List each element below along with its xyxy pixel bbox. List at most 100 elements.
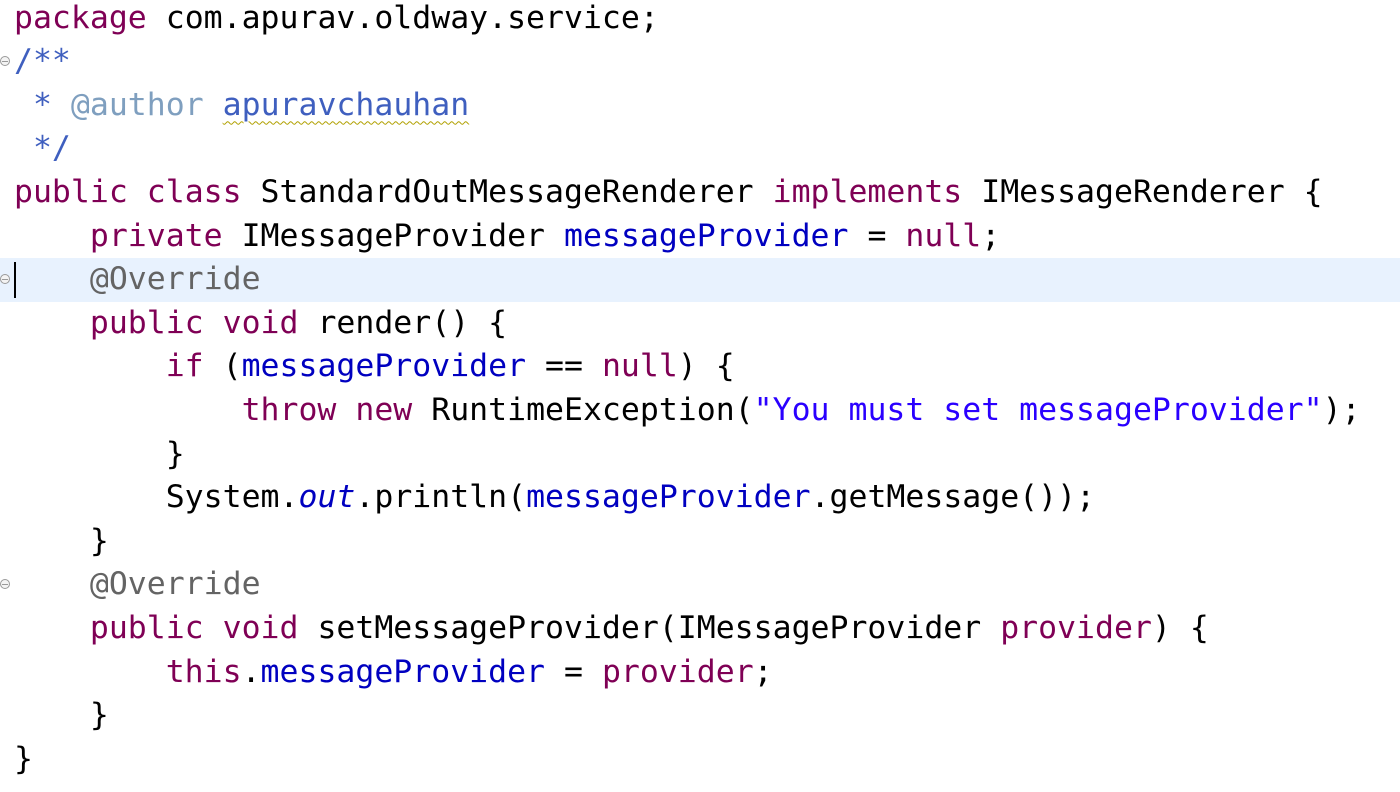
- keyword: null: [601, 348, 678, 385]
- code-line[interactable]: package com.apurav.oldway.service;: [0, 0, 1400, 40]
- line-text: }: [14, 433, 185, 477]
- line-text: if (messageProvider == null) {: [14, 345, 735, 389]
- code-line[interactable]: public void render() {: [0, 302, 1400, 346]
- collapse-icon[interactable]: [0, 274, 10, 285]
- code-text: IMessageProvider: [222, 217, 564, 254]
- code-text: IMessageRenderer {: [962, 173, 1323, 210]
- code-line[interactable]: }: [0, 738, 1400, 782]
- code-text: .: [241, 653, 261, 690]
- code-text: ==: [526, 348, 602, 385]
- keyword: new: [355, 391, 413, 428]
- code-text: =: [848, 217, 906, 254]
- keyword: implements: [772, 173, 963, 210]
- keyword: public: [14, 173, 128, 210]
- keyword: this: [165, 653, 242, 690]
- javadoc-tag: @author: [70, 86, 204, 123]
- javadoc: */: [14, 130, 71, 167]
- string-literal: "You must set messageProvider": [753, 391, 1323, 428]
- field: messageProvider: [526, 479, 811, 516]
- line-text: /**: [14, 40, 71, 84]
- keyword: void: [222, 609, 299, 646]
- code-text: );: [1322, 391, 1361, 428]
- line-text: @Override: [14, 258, 261, 302]
- keyword: private: [89, 217, 223, 254]
- line-text: public void setMessageProvider(IMessageP…: [14, 607, 1209, 651]
- code-text: com.apurav.oldway.service;: [146, 0, 659, 36]
- line-text: }: [14, 738, 33, 782]
- code-text: }: [14, 740, 33, 777]
- line-text: * @author apuravchauhan: [14, 84, 469, 128]
- line-text: public class StandardOutMessageRenderer …: [14, 171, 1323, 215]
- keyword: throw: [241, 391, 337, 428]
- javadoc: /**: [14, 43, 71, 80]
- collapse-icon[interactable]: [0, 56, 10, 67]
- annotation: @Override: [89, 261, 261, 298]
- current-line[interactable]: @Override: [0, 258, 1400, 302]
- keyword: void: [222, 304, 299, 341]
- code-text: RuntimeException(: [412, 391, 754, 428]
- line-text: System.out.println(messageProvider.getMe…: [14, 476, 1095, 520]
- code-line[interactable]: throw new RuntimeException("You must set…: [0, 389, 1400, 433]
- code-text: setMessageProvider(IMessageProvider: [298, 609, 1001, 646]
- line-text: private IMessageProvider messageProvider…: [14, 215, 1000, 259]
- keyword: if: [165, 348, 204, 385]
- annotation: @Override: [89, 566, 261, 603]
- code-line[interactable]: private IMessageProvider messageProvider…: [0, 215, 1400, 259]
- javadoc: *: [14, 86, 71, 123]
- code-text: .getMessage());: [810, 479, 1096, 516]
- code-line[interactable]: @Override: [0, 563, 1400, 607]
- keyword: null: [905, 217, 982, 254]
- line-text: this.messageProvider = provider;: [14, 651, 773, 695]
- keyword: package: [14, 0, 147, 36]
- static-field: out: [298, 479, 356, 516]
- keyword: provider: [1000, 609, 1152, 646]
- code-text: ) {: [677, 348, 735, 385]
- code-line[interactable]: }: [0, 520, 1400, 564]
- collapse-icon[interactable]: [0, 579, 10, 590]
- code-line[interactable]: this.messageProvider = provider;: [0, 651, 1400, 695]
- code-text: StandardOutMessageRenderer: [241, 173, 773, 210]
- code-text: ) {: [1151, 609, 1209, 646]
- line-text: package com.apurav.oldway.service;: [14, 0, 659, 40]
- line-text: }: [14, 694, 109, 738]
- code-text: ;: [981, 217, 1001, 254]
- code-text: ;: [753, 653, 773, 690]
- code-text: }: [14, 522, 109, 559]
- field: messageProvider: [241, 348, 527, 385]
- code-editor[interactable]: package com.apurav.oldway.service;/** * …: [0, 0, 1400, 792]
- code-line[interactable]: }: [0, 433, 1400, 477]
- line-text: }: [14, 520, 109, 564]
- code-line[interactable]: public void setMessageProvider(IMessageP…: [0, 607, 1400, 651]
- code-text: .println(: [355, 479, 527, 516]
- line-text: */: [14, 127, 71, 171]
- code-line[interactable]: public class StandardOutMessageRenderer …: [0, 171, 1400, 215]
- keyword: public: [89, 304, 204, 341]
- code-line[interactable]: }: [0, 694, 1400, 738]
- field: messageProvider: [564, 217, 849, 254]
- code-line[interactable]: System.out.println(messageProvider.getMe…: [0, 476, 1400, 520]
- code-text: System.: [14, 479, 299, 516]
- code-line[interactable]: /**: [0, 40, 1400, 84]
- code-line[interactable]: */: [0, 127, 1400, 171]
- javadoc: apuravchauhan: [222, 86, 470, 123]
- code-text: }: [14, 697, 109, 734]
- code-text: =: [545, 653, 602, 690]
- code-text: render() {: [298, 304, 508, 341]
- code-line[interactable]: * @author apuravchauhan: [0, 84, 1400, 128]
- code-text: (: [203, 348, 242, 385]
- code-text: }: [14, 435, 185, 472]
- line-text: public void render() {: [14, 302, 507, 346]
- keyword: provider: [601, 653, 754, 690]
- code-line[interactable]: if (messageProvider == null) {: [0, 345, 1400, 389]
- line-text: throw new RuntimeException("You must set…: [14, 389, 1361, 433]
